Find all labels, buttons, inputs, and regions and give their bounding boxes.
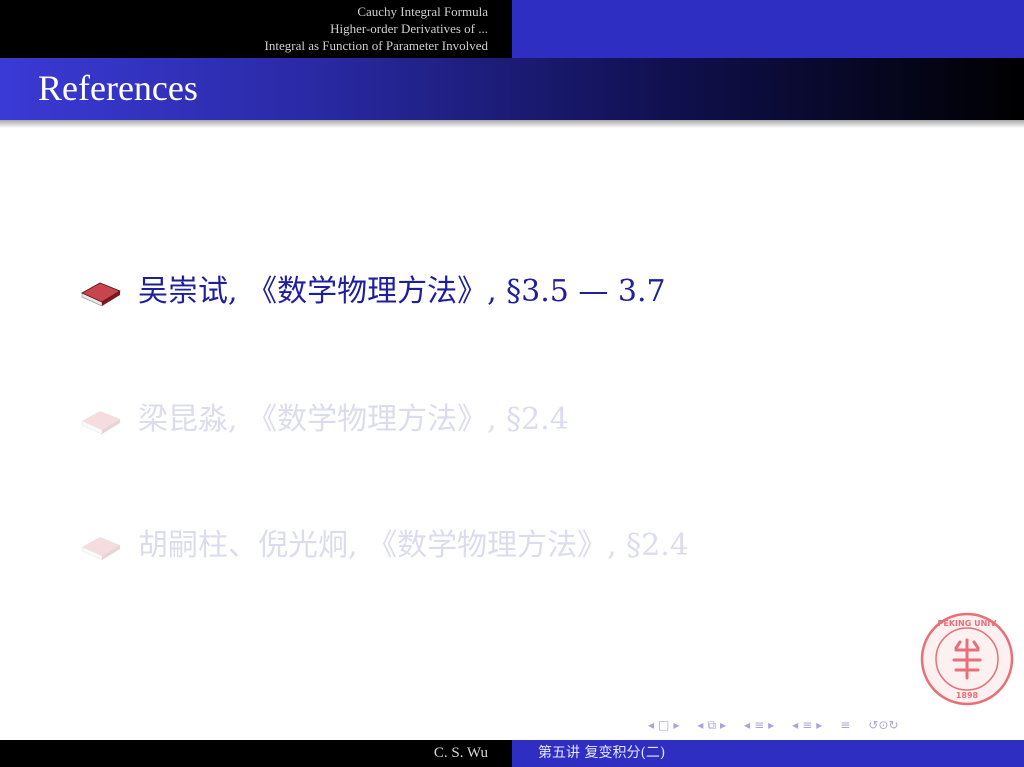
footer-lecture-title: 第五讲 复变积分(二) — [538, 745, 666, 761]
book-icon — [81, 282, 121, 307]
frame-prev-icon[interactable]: ◂ — [648, 716, 654, 734]
reference-text-2: 梁昆淼, 《数学物理方法》, §2.4 — [138, 402, 569, 437]
header-right-panel — [512, 0, 1024, 58]
section-icon[interactable]: ≡ — [754, 716, 764, 734]
university-seal-logo: PEKING UNIV 1898 — [920, 612, 1014, 706]
svg-text:PEKING UNIV: PEKING UNIV — [938, 619, 998, 628]
doc-next-icon[interactable]: ▸ — [816, 716, 822, 734]
subsection-next-icon[interactable]: ▸ — [720, 716, 726, 734]
frame-icon[interactable]: □ — [658, 716, 669, 734]
align-icon[interactable]: ≡ — [840, 716, 850, 734]
reference-text-3: 胡嗣柱、倪光炯, 《数学物理方法》, §2.4 — [138, 528, 689, 563]
frame-title: References — [38, 68, 198, 108]
footer-lecture-bar: 第五讲 复变积分(二) — [512, 740, 1024, 767]
svg-text:1898: 1898 — [956, 691, 979, 700]
beamer-navigation: ◂ □ ▸ ◂ ⧉ ▸ ◂ ≡ ▸ ◂ ≡ ▸ ≡ ↺⊙↻ — [648, 716, 899, 734]
reference-item-3: 胡嗣柱、倪光炯, 《数学物理方法》, §2.4 — [80, 526, 689, 566]
reference-item-2: 梁昆淼, 《数学物理方法》, §2.4 — [80, 400, 569, 440]
reference-item-1: 吴崇试, 《数学物理方法》, §3.5 — 3.7 — [80, 272, 666, 312]
title-shadow — [0, 120, 1024, 128]
subsection-icon[interactable]: ⧉ — [707, 716, 716, 734]
doc-prev-icon[interactable]: ◂ — [792, 716, 798, 734]
header-section-higher-order[interactable]: Higher-order Derivatives of ... — [0, 20, 488, 37]
footer-author: C. S. Wu — [433, 745, 488, 761]
frame-next-icon[interactable]: ▸ — [673, 716, 679, 734]
book-icon — [81, 537, 120, 561]
section-prev-icon[interactable]: ◂ — [744, 716, 750, 734]
header-section-nav: Cauchy Integral Formula Higher-order Der… — [0, 0, 512, 58]
header-section-integral-parameter[interactable]: Integral as Function of Parameter Involv… — [0, 37, 488, 54]
header-section-cauchy[interactable]: Cauchy Integral Formula — [0, 3, 488, 20]
book-icon — [81, 411, 120, 435]
reference-text-1: 吴崇试, 《数学物理方法》, §3.5 — 3.7 — [138, 274, 666, 309]
subsection-prev-icon[interactable]: ◂ — [697, 716, 703, 734]
search-icon[interactable]: ↺⊙↻ — [868, 716, 898, 734]
doc-icon[interactable]: ≡ — [802, 716, 812, 734]
section-next-icon[interactable]: ▸ — [768, 716, 774, 734]
footer-author-bar: C. S. Wu — [0, 740, 512, 767]
